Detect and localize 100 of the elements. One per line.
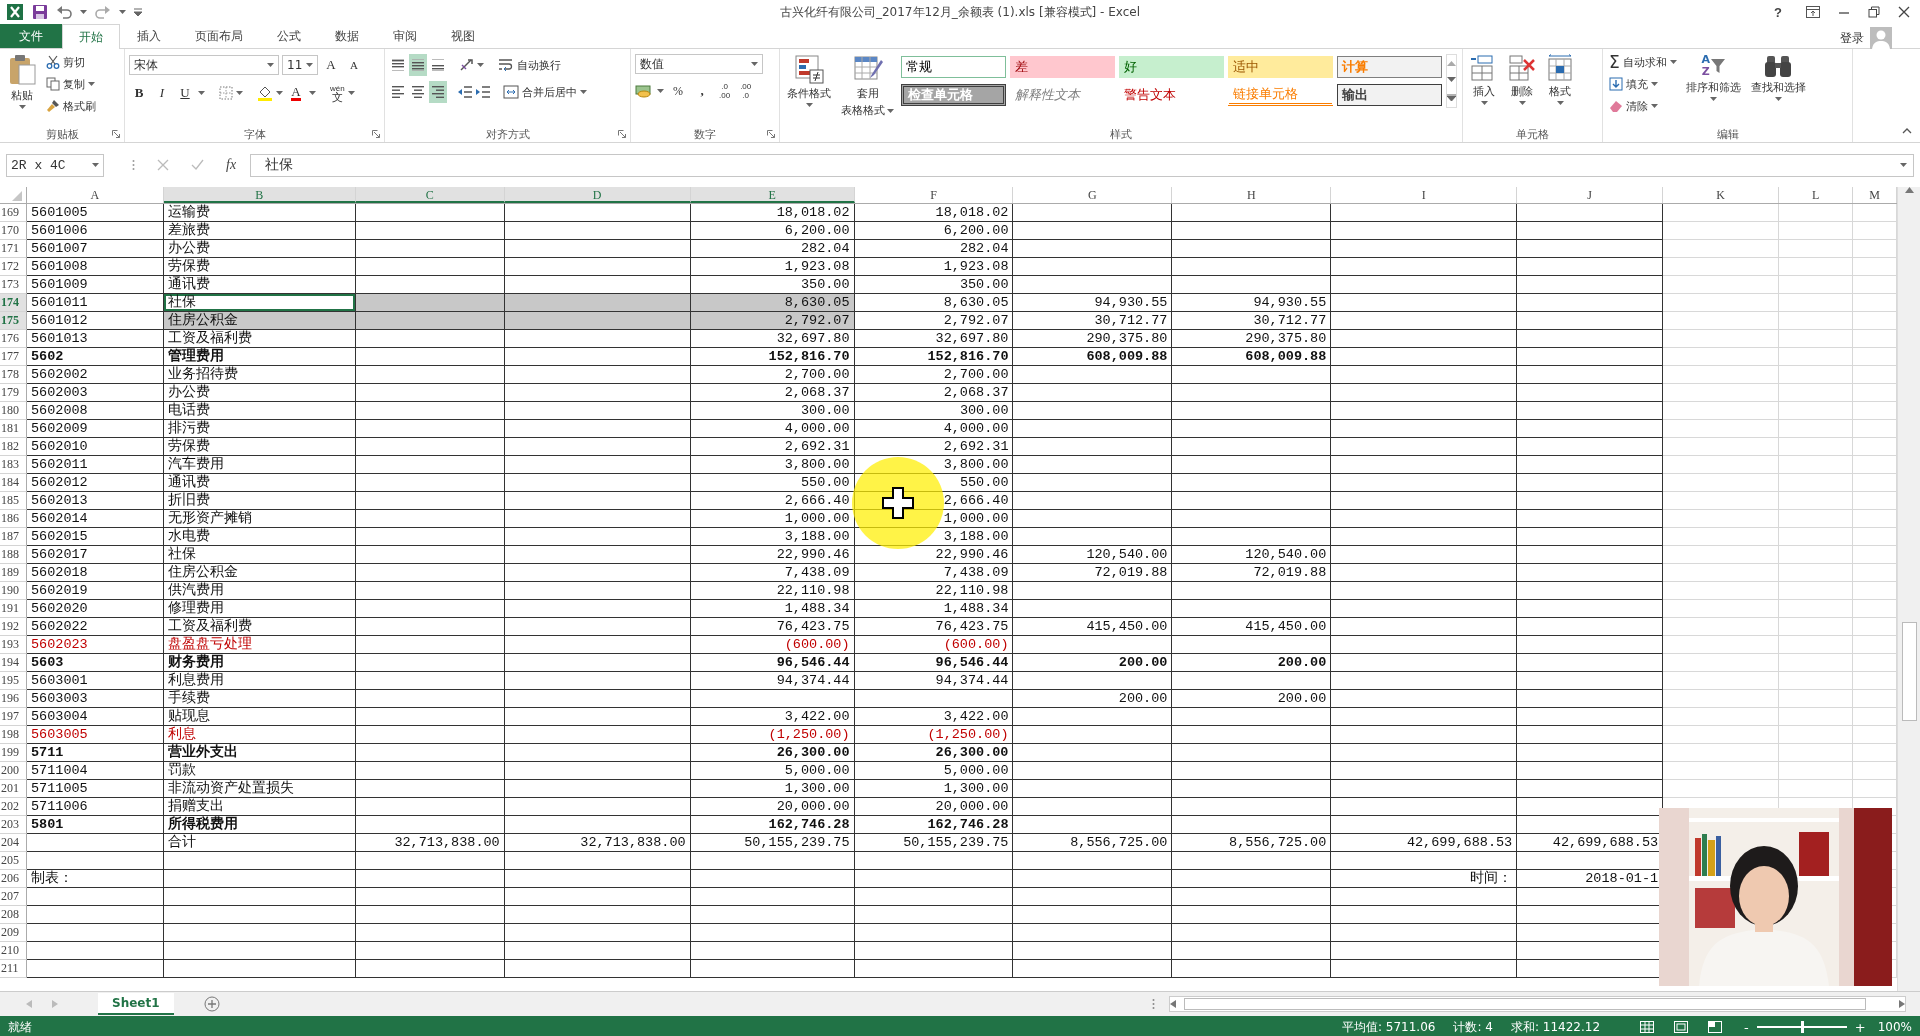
- row-header[interactable]: 208: [0, 906, 27, 924]
- conditional-format-button[interactable]: 条件格式: [784, 52, 834, 126]
- scrollbar-thumb[interactable]: [1184, 998, 1866, 1010]
- zoom-level[interactable]: 100%: [1877, 1020, 1912, 1034]
- clear-button[interactable]: 清除: [1607, 96, 1679, 116]
- caret-icon[interactable]: [236, 91, 243, 95]
- cell-style[interactable]: 常规: [901, 56, 1006, 78]
- close-icon[interactable]: [1898, 6, 1910, 18]
- undo-icon[interactable]: [56, 4, 72, 20]
- row-header[interactable]: 188: [0, 546, 27, 564]
- increase-indent-icon[interactable]: [475, 85, 491, 99]
- caret-icon[interactable]: [88, 82, 95, 86]
- cell-style[interactable]: 解释性文本: [1010, 84, 1115, 106]
- page-layout-icon[interactable]: [1674, 1021, 1689, 1033]
- row-header[interactable]: 176: [0, 330, 27, 348]
- row-header[interactable]: 204: [0, 834, 27, 852]
- row-header[interactable]: 170: [0, 222, 27, 240]
- column-header[interactable]: G: [1013, 187, 1173, 203]
- ribbon-tab[interactable]: 文件: [0, 24, 62, 48]
- row-header[interactable]: 193: [0, 636, 27, 654]
- row-header[interactable]: 184: [0, 474, 27, 492]
- underline-button[interactable]: U: [175, 82, 195, 104]
- row-header[interactable]: 191: [0, 600, 27, 618]
- row-header[interactable]: 197: [0, 708, 27, 726]
- caret-icon[interactable]: [1556, 101, 1564, 105]
- splitter-dots-icon[interactable]: [132, 159, 135, 171]
- text-angle-icon[interactable]: [459, 57, 475, 73]
- wrap-icon[interactable]: [498, 58, 514, 72]
- row-header[interactable]: 186: [0, 510, 27, 528]
- brush-icon[interactable]: [46, 99, 60, 113]
- clipboard-icon[interactable]: [7, 54, 37, 86]
- column-header[interactable]: L: [1779, 187, 1854, 203]
- row-header[interactable]: 174: [0, 294, 27, 312]
- cell-style[interactable]: 警告文本: [1119, 84, 1224, 106]
- column-header[interactable]: A: [27, 187, 164, 203]
- row-header[interactable]: 199: [0, 744, 27, 762]
- normal-view-icon[interactable]: [1640, 1021, 1655, 1033]
- row-header[interactable]: 198: [0, 726, 27, 744]
- column-header[interactable]: F: [854, 187, 1014, 203]
- row-header[interactable]: 202: [0, 798, 27, 816]
- eraser-icon[interactable]: [1609, 99, 1623, 113]
- column-header[interactable]: J: [1517, 187, 1664, 203]
- column-header[interactable]: B: [163, 187, 356, 203]
- ribbon-display-icon[interactable]: [1806, 6, 1820, 18]
- increase-decimal-button[interactable]: .0 .00: [716, 82, 734, 100]
- column-header[interactable]: I: [1331, 187, 1518, 203]
- caret-icon[interactable]: [1900, 163, 1907, 167]
- format-table-button[interactable]: 套用 表格格式: [838, 52, 897, 126]
- font-family-field[interactable]: 宋体: [129, 55, 279, 75]
- collapse-ribbon-icon[interactable]: [1902, 128, 1912, 134]
- row-header[interactable]: 182: [0, 438, 27, 456]
- column-header[interactable]: D: [504, 187, 691, 203]
- sort-filter-button[interactable]: A Z 排序和筛选: [1682, 52, 1744, 126]
- fill-down-icon[interactable]: [1609, 77, 1623, 91]
- column-header[interactable]: K: [1663, 187, 1780, 203]
- ribbon-tab[interactable]: 审阅: [376, 24, 434, 48]
- grow-font-button[interactable]: A: [321, 54, 341, 76]
- caret-icon[interactable]: [657, 89, 664, 93]
- find-select-button[interactable]: 查找和选择: [1747, 52, 1809, 126]
- caret-icon[interactable]: [887, 108, 894, 113]
- row-header[interactable]: 205: [0, 852, 27, 870]
- column-header[interactable]: E: [690, 187, 855, 203]
- cell-style[interactable]: 好: [1119, 56, 1224, 78]
- caret-icon[interactable]: [805, 103, 813, 107]
- phonetic-button[interactable]: wén 文: [330, 84, 345, 102]
- format-cells-button[interactable]: 格式: [1543, 52, 1577, 126]
- caret-icon[interactable]: [198, 91, 205, 95]
- row-header[interactable]: 210: [0, 942, 27, 960]
- row-header[interactable]: 185: [0, 492, 27, 510]
- more-icon[interactable]: [1447, 94, 1456, 102]
- excel-logo-icon[interactable]: [6, 3, 24, 21]
- caret-icon[interactable]: [1651, 82, 1658, 86]
- zoom-out-button[interactable]: -: [1742, 1019, 1751, 1035]
- shrink-font-button[interactable]: A: [344, 54, 364, 76]
- dialog-launcher-icon[interactable]: [112, 130, 120, 138]
- caret-icon[interactable]: [1480, 101, 1488, 105]
- row-header[interactable]: 196: [0, 690, 27, 708]
- fill-bucket-icon[interactable]: [257, 85, 273, 101]
- merge-icon[interactable]: [503, 85, 519, 99]
- cut-button[interactable]: 剪切: [44, 52, 98, 72]
- sheet-tab[interactable]: Sheet1: [98, 993, 174, 1015]
- cell-style[interactable]: 输出: [1337, 84, 1442, 106]
- ribbon-tab[interactable]: 公式: [260, 24, 318, 48]
- row-header[interactable]: 169: [0, 204, 27, 222]
- ribbon-tab[interactable]: 数据: [318, 24, 376, 48]
- percent-button[interactable]: %: [668, 80, 688, 102]
- delete-cells-icon[interactable]: [1508, 54, 1536, 82]
- wrap-text-button[interactable]: 自动换行: [496, 55, 563, 75]
- comma-button[interactable]: ,: [692, 80, 712, 102]
- cell-style[interactable]: 差: [1010, 56, 1115, 78]
- ribbon-tab[interactable]: 开始: [62, 24, 120, 49]
- fill-button[interactable]: 填充: [1607, 74, 1679, 94]
- row-header[interactable]: 194: [0, 654, 27, 672]
- caret-icon[interactable]: [751, 62, 758, 66]
- name-box[interactable]: 2R x 4C: [6, 153, 104, 177]
- caret-icon[interactable]: [1709, 97, 1717, 101]
- row-header[interactable]: 190: [0, 582, 27, 600]
- row-header[interactable]: 177: [0, 348, 27, 366]
- dialog-launcher-icon[interactable]: [372, 130, 380, 138]
- row-header[interactable]: 171: [0, 240, 27, 258]
